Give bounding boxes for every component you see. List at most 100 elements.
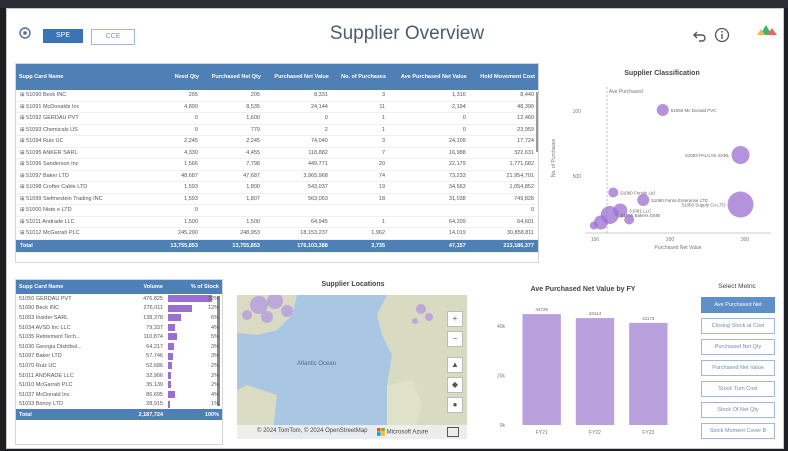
table-row[interactable]: ⊞ 51091 McDonalds Inc 4,800 8,535 24,144 11 2… [16,101,538,113]
table-cell: ⊞ 51091 McDonalds Inc [16,101,162,113]
scatter-chart: Supplier Classification Ave Purchased No. … [551,70,771,251]
table-cell: 34,563 [389,181,470,194]
map-graphic: Atlantic Ocean [237,295,467,439]
table-row[interactable]: ⊞ 51011 Andrade LLC 1,500 1,500 64,945 1 64,2… [16,216,538,228]
column-header[interactable]: No. of Purchases [331,64,390,90]
total-cell: 176,103,388 [263,239,332,253]
table-cell: ⊞ 51098 Crofter Cable LTD [16,181,162,194]
scatter-point[interactable] [731,146,750,164]
percent-label: 6% [211,314,219,321]
table-cell: 3 [331,90,390,102]
table-row[interactable]: 51011 ANDRADE LLC 32,906 2% [16,371,222,381]
table-cell: 1,600 [201,112,264,125]
table-row[interactable]: ⊞ 51000 Niste e LTD 0 0 [16,204,538,217]
scatter-point[interactable] [727,191,754,218]
table-row[interactable]: 51037 McDonald Inc 86,695 4% [16,390,222,400]
map-compass-button[interactable]: ▲ [447,357,463,373]
scatter-point-label: 51050 Mc Donald PVC [671,108,718,113]
table-row[interactable]: 51035 Retirement Tech... 110,874 5% [16,332,222,342]
table-row[interactable]: ⊞ 51093 Chemicals US 0 779 2 1 0 23,959 [16,124,538,136]
info-icon[interactable] [714,27,730,43]
column-header[interactable]: Ave Purchased Net Value [389,64,470,90]
metric-option-button[interactable]: Closing Stock at Cost [701,318,775,334]
scatter-point[interactable] [637,194,650,206]
table-cell: ⊞ 51093 Chemicals US [16,124,162,136]
metric-option-button[interactable]: Purchased Net Qty [701,339,775,355]
table-row[interactable]: ⊞ 51012 McGarrah PLC 245,200 248,953 18,153… [16,227,538,240]
table-cell: 64,945 [263,216,332,228]
map-pan-button[interactable]: ◆ [447,377,463,393]
table-row[interactable]: 51050 GERDAU PVT 476,825 22% [16,294,222,304]
table-row[interactable]: 51090 Beck INC 276,011 12% [16,304,222,314]
table-row[interactable]: 51070 Ruiz UC 52,686 2% [16,361,222,371]
bar[interactable] [629,322,668,425]
column-header[interactable]: % of Stock [166,280,222,294]
table-cell: 2,194 [389,101,470,113]
column-header[interactable]: Need Qty [162,64,202,90]
metric-option-button[interactable]: Stock Of Net Qty [701,402,775,418]
table-cell: 31,038 [389,193,470,205]
table-row[interactable]: 51030 Georgia Distribut... 64,217 3% [16,342,222,352]
table-cell [263,204,332,217]
percent-label: 2% [211,362,219,369]
table-row[interactable]: 51093 Insider SARL 138,378 6% [16,313,222,323]
table-cell: ⊞ 51094 Ruiz UC [16,135,162,148]
table-cell: 1,500 [162,216,202,228]
column-header[interactable]: Supp Card Name [16,64,162,90]
scatter-point[interactable] [624,214,635,225]
column-header[interactable]: Purchased Net Qty [201,64,264,90]
column-header[interactable]: Supp Card Name [16,280,120,294]
table-row[interactable]: ⊞ 51097 Baker LTD 48,687 47,687 3,965,968 74… [16,170,538,182]
toggle-option-inactive[interactable]: CCE [91,29,135,45]
table-row[interactable]: ⊞ 51095 ANKER SARL 4,330 4,455 118,882 7 16,9… [16,147,538,159]
column-header[interactable]: Purchased Net Value [263,64,332,90]
table-row[interactable]: 51033 Bonoy LTD 28,915 1% [16,400,222,410]
table-cell: 1,593 [162,181,202,194]
table-cell: 24,144 [263,101,332,113]
total-cell: 100% [166,409,222,421]
column-header[interactable]: Hold Movement Cost [469,64,538,90]
table-cell: 1 [331,124,390,136]
table-row[interactable]: ⊞ 51090 Beck INC 205 205 8,331 3 1,316 8,440 [16,90,538,102]
table-cell: ⊞ 51097 Baker LTD [16,170,162,182]
metric-option-button[interactable]: Purchased Net Value [701,360,775,376]
percent-bar [168,352,174,360]
category-label: FY21 [536,430,548,436]
toggle-option-active[interactable]: SPE [43,29,83,43]
metric-option-button[interactable]: Ave Purchased Net [701,297,775,313]
globe-icon[interactable] [19,27,31,39]
table-row[interactable]: 51010 McGarrah PLC 35,139 2% [16,380,222,390]
table-cell: 1,054,852 [469,181,538,194]
table-row[interactable]: 51034 AVSD Inc LLC 79,337 4% [16,323,222,333]
volume-cell: 86,695 [146,391,163,398]
bar[interactable] [575,318,615,425]
table-scrollbar[interactable] [217,296,220,406]
map-zoom-out-button[interactable]: − [447,331,463,347]
window-top-strip [0,0,788,8]
bar[interactable] [522,314,561,425]
supplier-classification-panel: Supplier Classification Ave Purchased No. … [547,63,777,261]
table-row[interactable]: ⊞ 51098 Crofter Cable LTD 1,593 1,800 543,0… [16,181,538,194]
table-cell: 0 [263,112,332,125]
table-row[interactable]: ⊞ 51094 Ruiz UC 2,245 2,245 74,040 3 24,109 17… [16,135,538,148]
table-row[interactable]: 51097 Baker LTD 57,746 3% [16,352,222,362]
table-row[interactable]: ⊞ 51099 Siefmestein Trading INC 1,593 1,80… [16,193,538,205]
table-scrollbar[interactable] [536,92,538,152]
scatter-point[interactable] [608,187,619,198]
map-locate-button[interactable]: ● [447,397,463,413]
total-cell: 3,735 [331,239,390,253]
map-zoom-in-button[interactable]: + [447,311,463,327]
map-canvas[interactable]: Atlantic Ocean + − ▲ ◆ ● © 2024 TomTom, … [237,295,467,439]
table-row[interactable]: ⊞ 51096 Sanderson Inc 1,566 7,798 449,771 20… [16,158,538,171]
table-row[interactable]: ⊞ 51092 GERDAU PVT 0 1,600 0 1 0 12,460 [16,112,538,125]
map-footer: © 2024 TomTom, © 2024 OpenStreetMap Micr… [237,425,467,439]
column-header[interactable]: Volume [119,280,166,294]
scatter-point[interactable] [656,104,669,116]
percent-bar [168,295,212,302]
metric-option-button[interactable]: Stock Moment Cover B [701,423,775,439]
table-cell: 449,771 [263,158,332,171]
map-fullscreen-icon[interactable] [447,427,459,437]
back-arrow-icon[interactable] [693,29,707,43]
metric-option-button[interactable]: Stock Turn Cost [701,381,775,397]
scatter-point[interactable] [589,221,598,230]
